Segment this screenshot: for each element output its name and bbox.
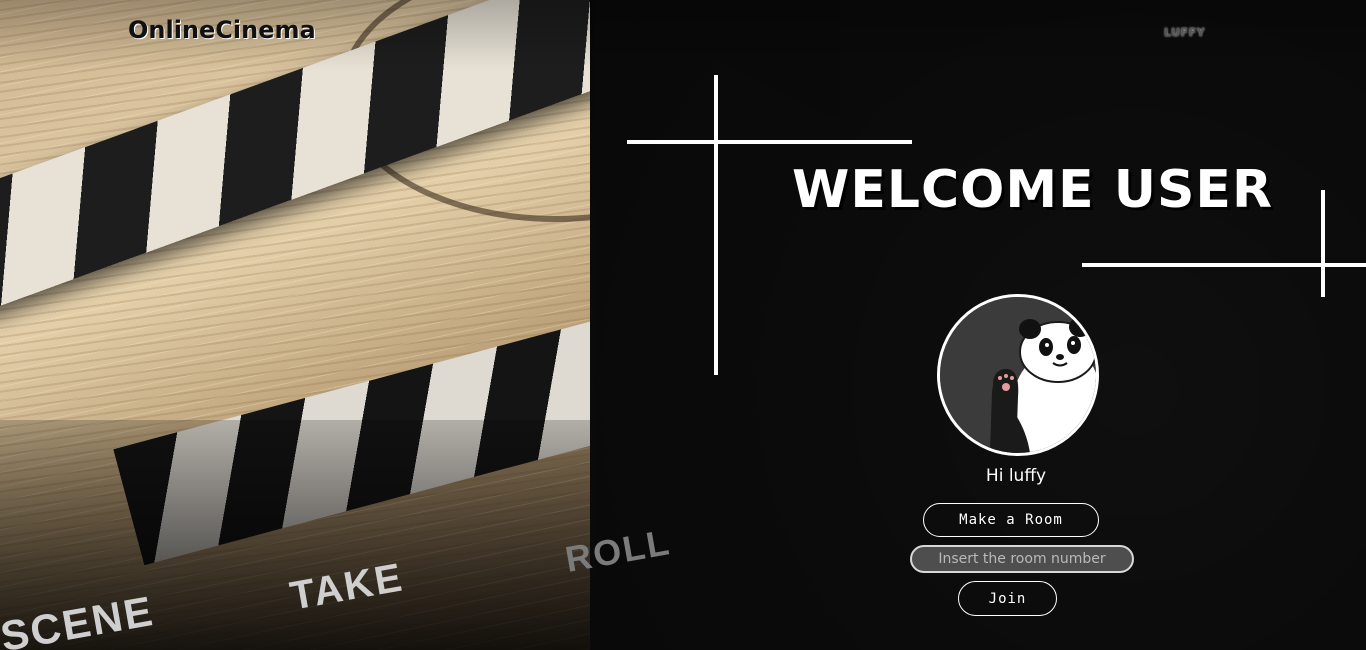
room-number-input[interactable] bbox=[910, 545, 1134, 573]
user-nav-link[interactable]: LUFFY bbox=[1164, 26, 1205, 39]
user-greeting: Hi luffy bbox=[985, 466, 1047, 486]
make-room-button[interactable]: Make a Room bbox=[923, 503, 1099, 537]
brand-logo[interactable]: OnlineCinema bbox=[128, 16, 316, 44]
page-title: WELCOME USER bbox=[792, 160, 1273, 220]
panda-avatar-icon bbox=[937, 294, 1099, 456]
decor-line-horizontal-right bbox=[1082, 263, 1366, 267]
decor-line-vertical-left bbox=[714, 75, 718, 375]
join-button[interactable]: Join bbox=[958, 581, 1057, 616]
decor-line-horizontal-left bbox=[627, 140, 912, 144]
background-scene: SCENE TAKE ROLL bbox=[0, 0, 1366, 650]
decor-line-vertical-right bbox=[1321, 190, 1325, 297]
